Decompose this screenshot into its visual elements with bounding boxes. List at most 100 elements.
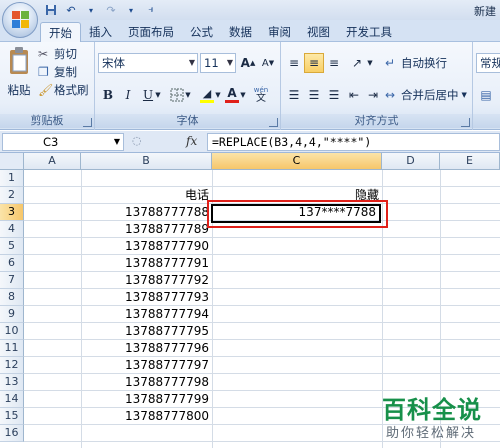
align-top-icon[interactable]: ≡ (284, 53, 304, 73)
tab-home[interactable]: 开始 (40, 22, 81, 42)
row-header[interactable]: 7 (0, 272, 24, 289)
column-header-b[interactable]: B (81, 153, 212, 170)
row-header[interactable]: 2 (0, 187, 24, 204)
dropdown-icon[interactable]: ▾ (122, 2, 140, 18)
row-header[interactable]: 3 (0, 204, 24, 221)
chevron-down-icon[interactable]: ▼ (183, 85, 193, 105)
align-middle-icon[interactable]: ≡ (304, 53, 324, 73)
column-header-e[interactable]: E (440, 153, 500, 170)
watermark-subtitle: 助你轻松解决 (386, 426, 477, 441)
wrap-text-label: 自动换行 (401, 56, 447, 70)
tab-page-layout[interactable]: 页面布局 (120, 22, 182, 42)
orientation-icon[interactable]: ↗ (347, 53, 367, 73)
row-header[interactable]: 15 (0, 408, 24, 425)
clipboard-group-label: 剪贴板 (0, 114, 94, 128)
alignment-launcher-icon[interactable] (461, 118, 470, 127)
merge-center-icon: ↔ (385, 88, 396, 102)
table-row[interactable]: 13788777794 (81, 306, 212, 323)
number-format-select[interactable]: 常规 (476, 53, 500, 73)
currency-format-icon[interactable]: ▤ (476, 85, 496, 105)
office-button[interactable] (2, 2, 38, 38)
chevron-down-icon[interactable]: ▼ (365, 53, 375, 73)
wrap-text-button[interactable]: ↵ 自动换行 (385, 53, 447, 73)
column-header-d[interactable]: D (382, 153, 440, 170)
font-name-select[interactable]: 宋体 ▼ (98, 53, 198, 73)
cell-b2[interactable]: 电话 (81, 187, 212, 204)
table-row[interactable]: 13788777793 (81, 289, 212, 306)
align-left-icon[interactable]: ☰ (284, 85, 304, 105)
bold-button[interactable]: B (98, 85, 118, 105)
decrease-indent-icon[interactable]: ⇤ (344, 85, 364, 105)
row-header[interactable]: 5 (0, 238, 24, 255)
row-header[interactable]: 1 (0, 170, 24, 187)
tab-developer[interactable]: 开发工具 (338, 22, 400, 42)
save-icon[interactable] (42, 2, 60, 18)
undo-icon[interactable]: ↶ (62, 2, 80, 18)
alignment-group-label: 对齐方式 (281, 114, 472, 128)
row-header[interactable]: 10 (0, 323, 24, 340)
table-row[interactable]: 13788777797 (81, 357, 212, 374)
shrink-font-button[interactable]: A ▼ (258, 53, 278, 73)
row-header[interactable]: 4 (0, 221, 24, 238)
chevron-down-icon[interactable]: ▼ (238, 85, 248, 105)
tab-view[interactable]: 视图 (299, 22, 338, 42)
redo-icon[interactable]: ↷ (102, 2, 120, 18)
chevron-down-icon[interactable]: ▼ (153, 85, 163, 105)
formula-controls: ◌ fx (128, 133, 206, 151)
dropdown-icon[interactable]: ▾ (82, 2, 100, 18)
row-header[interactable]: 12 (0, 357, 24, 374)
row-header[interactable]: 9 (0, 306, 24, 323)
insert-function-button[interactable]: fx (186, 134, 197, 148)
row-header[interactable]: 8 (0, 289, 24, 306)
tab-insert[interactable]: 插入 (81, 22, 120, 42)
column-header-c[interactable]: C (212, 153, 382, 170)
table-row[interactable]: 13788777798 (81, 374, 212, 391)
align-bottom-icon[interactable]: ≡ (324, 53, 344, 73)
cut-button[interactable]: ✂ 剪切 (38, 46, 77, 62)
select-all-button[interactable] (0, 153, 24, 170)
table-row[interactable]: 13788777792 (81, 272, 212, 289)
font-size-select[interactable]: 11 ▼ (200, 53, 236, 73)
title-bar: ↶ ▾ ↷ ▾ ⫣ 新建 (0, 0, 500, 20)
phonetic-icon: 文 (256, 93, 266, 104)
row-header[interactable]: 13 (0, 374, 24, 391)
table-row[interactable]: 13788777795 (81, 323, 212, 340)
format-painter-button[interactable]: 🖌 格式刷 (38, 82, 89, 98)
watermark-title: 百科全说 (382, 396, 482, 424)
tab-review[interactable]: 审阅 (260, 22, 299, 42)
office-logo-icon (12, 11, 30, 29)
paste-button[interactable]: 粘贴 (4, 46, 34, 106)
font-launcher-icon[interactable] (269, 118, 278, 127)
table-row[interactable]: 13788777800 (81, 408, 212, 425)
row-header[interactable]: 14 (0, 391, 24, 408)
tab-formulas[interactable]: 公式 (182, 22, 221, 42)
customize-toolbar-icon[interactable]: ⫣ (142, 2, 160, 18)
table-row[interactable]: 13788777799 (81, 391, 212, 408)
table-row[interactable]: 13788777790 (81, 238, 212, 255)
row-header[interactable]: 6 (0, 255, 24, 272)
formula-input[interactable]: =REPLACE(B3,4,4,"****") (207, 133, 500, 151)
cut-label: 剪切 (54, 47, 77, 61)
table-row[interactable]: 13788777789 (81, 221, 212, 238)
name-box[interactable]: C3 ▼ (2, 133, 124, 151)
row-header[interactable]: 11 (0, 340, 24, 357)
merge-center-button[interactable]: ↔ 合并后居中 ▼ (385, 85, 467, 105)
table-row[interactable]: 13788777791 (81, 255, 212, 272)
phonetic-guide-button[interactable]: wén 文 (249, 85, 273, 105)
clipboard-launcher-icon[interactable] (83, 118, 92, 127)
copy-button[interactable]: ❐ 复制 (38, 64, 77, 80)
ribbon-tabs: 开始 插入 页面布局 公式 数据 审阅 视图 开发工具 (0, 20, 500, 42)
italic-button[interactable]: I (118, 85, 138, 105)
font-group: 宋体 ▼ 11 ▼ A ▲ A ▼ B I U ▼ ▼ ◢ ▼ A ▼ wén 文 (95, 42, 281, 130)
align-center-icon[interactable]: ☰ (304, 85, 324, 105)
column-header-a[interactable]: A (24, 153, 81, 170)
format-painter-label: 格式刷 (54, 83, 89, 97)
table-row[interactable]: 13788777796 (81, 340, 212, 357)
tab-data[interactable]: 数据 (221, 22, 260, 42)
row-header[interactable]: 16 (0, 425, 24, 442)
formula-bar: C3 ▼ ◌ fx =REPLACE(B3,4,4,"****") (0, 131, 500, 153)
align-right-icon[interactable]: ☰ (324, 85, 344, 105)
increase-indent-icon[interactable]: ⇥ (363, 85, 383, 105)
grow-font-button[interactable]: A ▲ (238, 53, 258, 73)
table-row[interactable]: 13788777788 (81, 204, 212, 221)
